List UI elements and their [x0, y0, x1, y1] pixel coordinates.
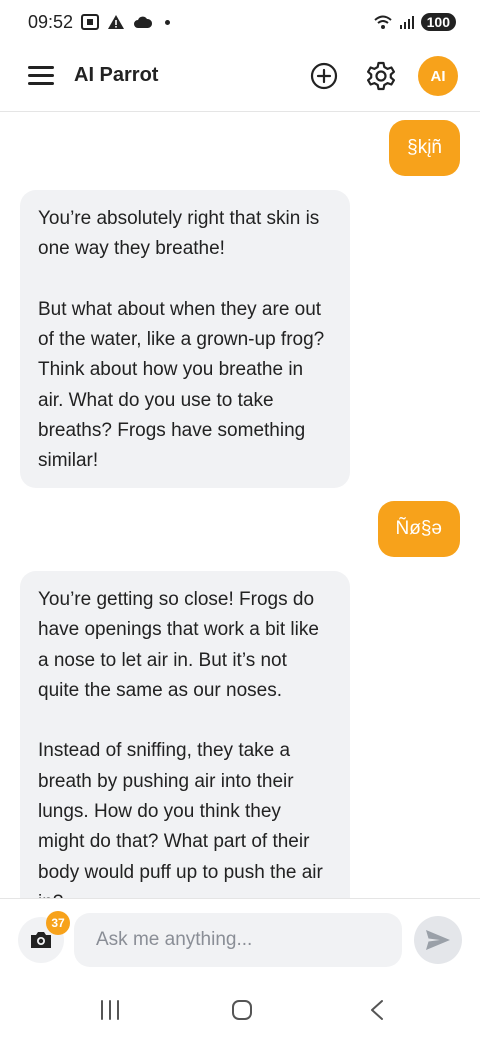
warning-icon: [108, 15, 125, 29]
home-icon: [232, 1000, 252, 1020]
send-icon: [426, 930, 450, 950]
menu-icon-line: [28, 74, 54, 77]
page-title: AI Parrot: [74, 64, 159, 86]
back-button[interactable]: [364, 998, 392, 1022]
chat-thread[interactable]: §kįñ You’re absolutely right that skin i…: [0, 112, 480, 898]
assistant-message: You’re absolutely right that skin is one…: [20, 190, 350, 488]
cloud-icon: [134, 16, 153, 28]
send-button[interactable]: [414, 916, 462, 964]
menu-icon: [28, 66, 54, 69]
status-time: 09:52: [28, 11, 74, 32]
message-input[interactable]: [74, 913, 402, 967]
status-left: 09:52: [28, 11, 171, 33]
new-chat-button[interactable]: [308, 60, 340, 92]
status-right: 100: [373, 13, 456, 31]
menu-icon-line: [28, 82, 54, 85]
signal-icon: [399, 16, 414, 29]
camera-icon: [31, 932, 51, 948]
recent-apps-button[interactable]: [96, 998, 124, 1022]
user-message: Ñø§ə: [377, 501, 460, 557]
assistant-message: You’re getting so close! Frogs do have o…: [20, 571, 350, 898]
settings-button[interactable]: [365, 60, 397, 92]
plus-circle-icon: [310, 62, 338, 90]
avatar[interactable]: AI: [418, 56, 458, 96]
recent-apps-icon: [101, 1000, 119, 1020]
screenshot-icon: [81, 14, 100, 30]
notification-dot-icon: [165, 19, 171, 25]
battery-indicator: 100: [420, 13, 456, 31]
camera-badge: 37: [46, 911, 70, 935]
back-icon: [371, 1000, 383, 1020]
system-nav-bar: [0, 980, 480, 1040]
home-button[interactable]: [228, 998, 256, 1022]
message-composer: 37: [0, 898, 480, 980]
status-bar: 09:52 100: [0, 0, 480, 44]
user-message: §kįñ: [389, 120, 460, 176]
menu-button[interactable]: [28, 66, 54, 88]
gear-icon: [367, 61, 395, 91]
app-bar: AI Parrot AI: [0, 44, 480, 112]
wifi-icon: [373, 15, 392, 29]
